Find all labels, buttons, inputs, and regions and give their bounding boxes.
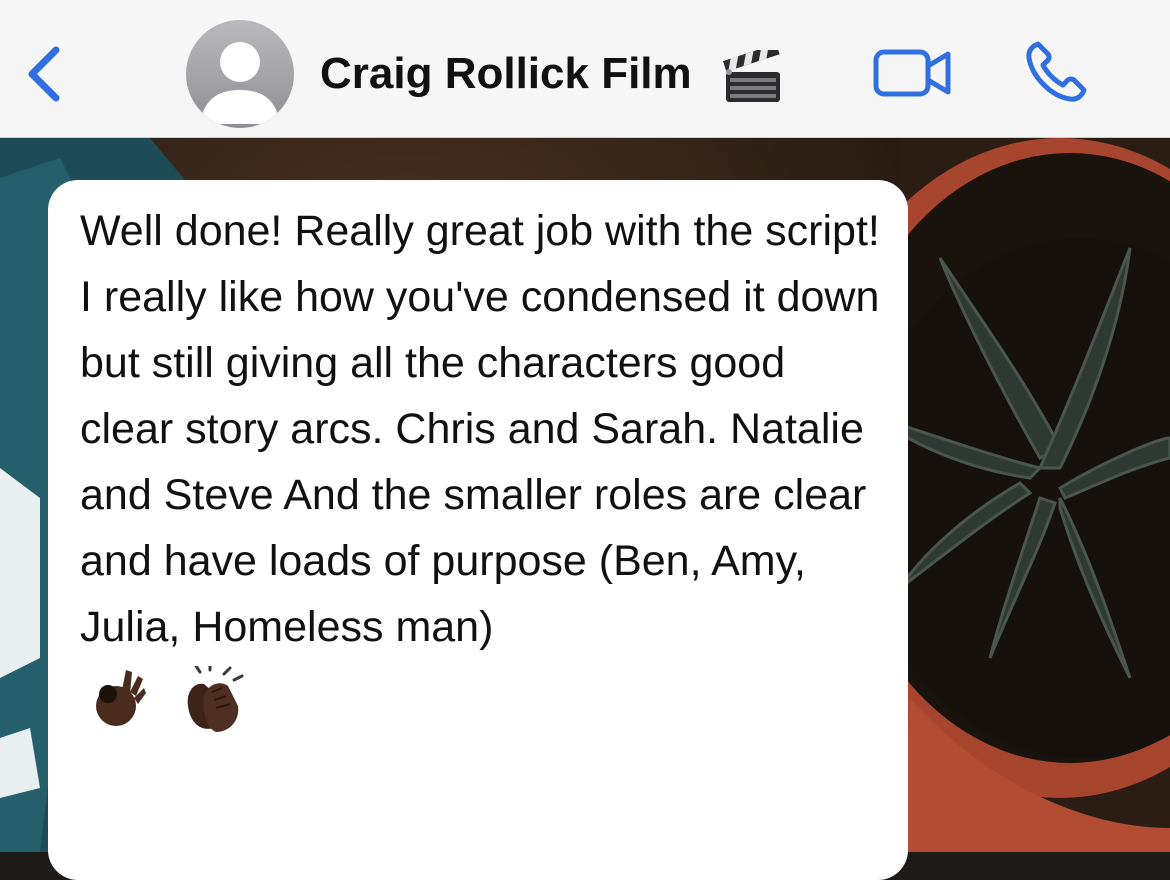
video-call-button[interactable] [872,44,954,102]
phone-icon [1026,41,1087,102]
message-text: Well done! Really great job with the scr… [80,207,892,651]
avatar[interactable] [186,20,294,128]
voice-call-button[interactable] [1022,38,1090,106]
contact-name[interactable]: Craig Rollick Film [320,44,692,104]
clapping-hands-icon [187,666,244,732]
video-camera-icon [873,49,951,97]
clapper-board-icon [723,50,780,102]
chat-header: Craig Rollick Film [0,0,1170,138]
received-message-bubble[interactable]: Well done! Really great job with the scr… [48,180,908,880]
ok-hand-icon [96,670,146,726]
back-button[interactable] [18,40,74,106]
person-silhouette-icon [200,42,280,124]
message-emoji-row [80,666,884,736]
chevron-left-icon [28,46,60,102]
